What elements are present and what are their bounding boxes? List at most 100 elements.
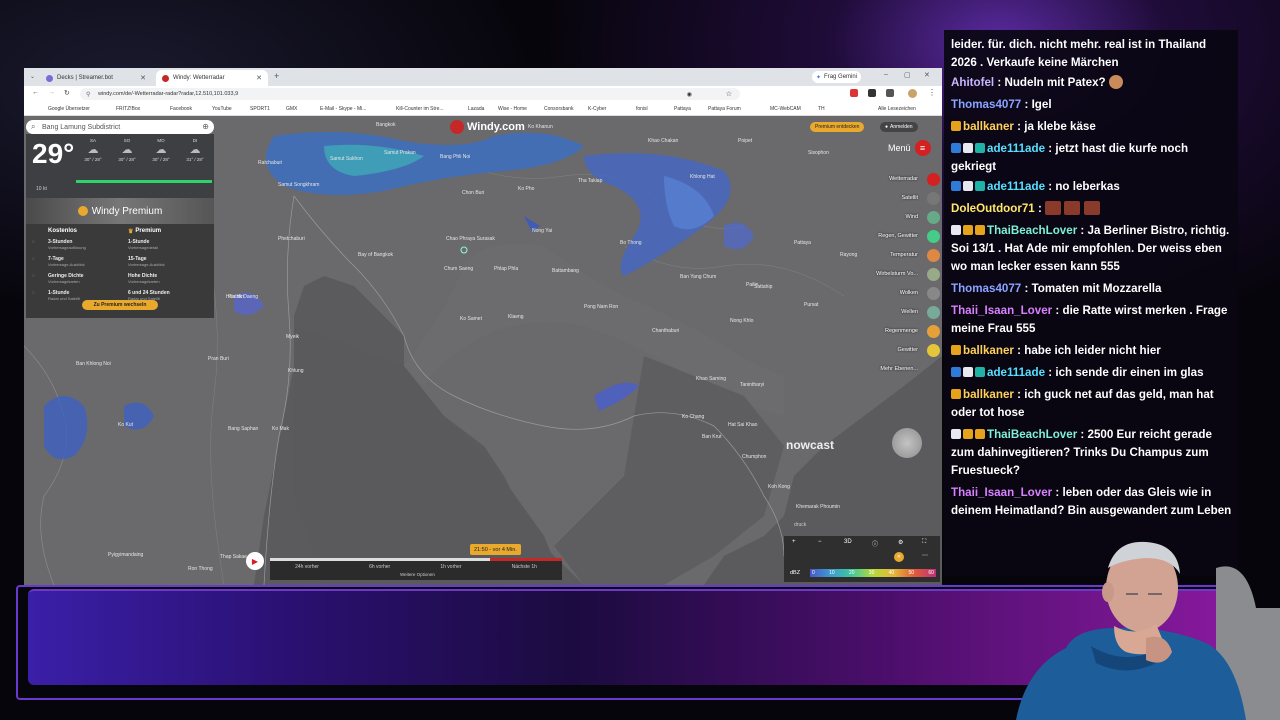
layer-icon[interactable]: [927, 287, 940, 300]
layer-icon[interactable]: [927, 306, 940, 319]
bookmark-item[interactable]: TH: [818, 106, 825, 112]
layer-item[interactable]: Gewitter: [898, 347, 918, 353]
close-window-icon[interactable]: ✕: [924, 71, 930, 79]
bookmark-item[interactable]: Pattaya: [674, 106, 691, 112]
locate-icon[interactable]: ⊕: [202, 122, 209, 131]
play-mini-icon[interactable]: ✕: [894, 552, 904, 562]
chat-nick[interactable]: ade111ade: [987, 180, 1045, 193]
tab-list-icon[interactable]: ⌄: [30, 73, 35, 80]
bookmark-item[interactable]: Lazada: [468, 106, 484, 112]
layer-item[interactable]: Wirbelsturm Vo...: [876, 271, 918, 277]
zoom-in-icon[interactable]: +: [792, 539, 796, 545]
bookmark-item[interactable]: GMX: [286, 106, 297, 112]
play-button[interactable]: ▶: [246, 552, 264, 570]
extension-icon[interactable]: [868, 89, 876, 97]
extension-icon[interactable]: [886, 89, 894, 97]
layer-item[interactable]: Temperatur: [890, 252, 918, 258]
bookmark-item[interactable]: Pattaya Forum: [708, 106, 741, 112]
settings-icon[interactable]: ⚙: [898, 539, 903, 546]
bookmark-item[interactable]: Wise - Home: [498, 106, 527, 112]
windy-map[interactable]: Bangkok Ko Khanun Ratchaburi Samut Sakhon Sa…: [24, 116, 942, 585]
timeline-label[interactable]: Nächste 1h: [512, 564, 537, 570]
new-tab-button[interactable]: +: [274, 71, 279, 81]
close-tab-icon[interactable]: ✕: [256, 74, 262, 82]
url-field[interactable]: ⚲ windy.com/de/-Wetterradar-radar?radar,…: [80, 88, 740, 100]
tab-streamerbot[interactable]: Decks | Streamer.bot ✕: [40, 70, 152, 86]
bookmark-item[interactable]: MC-WebCAM: [770, 106, 801, 112]
location-icon[interactable]: ◉: [687, 91, 692, 98]
timeline-label[interactable]: 24h vorher: [295, 564, 319, 570]
chat-nick[interactable]: ballkaner: [963, 120, 1014, 133]
premium-discover-button[interactable]: Premium entdecken: [810, 122, 865, 132]
layer-item[interactable]: Wolken: [900, 290, 918, 296]
windy-logo[interactable]: Windy.com: [450, 120, 525, 134]
bookmark-item[interactable]: K-Cyber: [588, 106, 606, 112]
login-button[interactable]: ● Anmelden: [880, 122, 918, 132]
bookmark-item[interactable]: Alle Lesezeichen: [878, 106, 916, 112]
tab-windy[interactable]: Windy: Wetterradar ✕: [156, 70, 268, 86]
layer-item[interactable]: Wellen: [901, 309, 918, 315]
fullscreen-icon[interactable]: ⛶: [922, 539, 926, 546]
timeline-bar[interactable]: 24h vorher 6h vorher 1h vorher Nächste 1h W…: [270, 558, 562, 580]
bookmark-item[interactable]: FRITZ!Box: [116, 106, 140, 112]
bookmark-item[interactable]: E-Mail - Skype - Mi...: [320, 106, 366, 112]
close-tab-icon[interactable]: ✕: [140, 74, 146, 82]
bookmark-item[interactable]: fonisl: [636, 106, 648, 112]
minimize-icon[interactable]: –: [884, 71, 888, 78]
layer-item[interactable]: Regen, Gewitter: [878, 233, 918, 239]
chat-nick[interactable]: DoleOutdoor71: [951, 202, 1035, 215]
forecast-day[interactable]: MO ☁ 30° / 28°: [146, 138, 176, 172]
forecast-day[interactable]: SO ☁ 30° / 28°: [112, 138, 142, 172]
layer-item[interactable]: Satellit: [901, 195, 918, 201]
bookmark-item[interactable]: Consorsbank: [544, 106, 573, 112]
chat-nick[interactable]: ade111ade: [987, 366, 1045, 379]
layer-item[interactable]: Regenmenge: [885, 328, 918, 334]
layer-item[interactable]: Wetterradar: [889, 176, 918, 182]
menu-button[interactable]: Menü ≡: [888, 140, 931, 156]
search-field[interactable]: ⌕ Bang Lamung Subdistrict ⊕: [26, 120, 214, 134]
chat-nick[interactable]: Thaii_Isaan_Lover: [951, 486, 1052, 499]
chat-nick[interactable]: ThaiBeachLover: [987, 224, 1077, 237]
info-icon[interactable]: ⓘ: [872, 539, 878, 548]
forecast-day[interactable]: DI ☁ 31° / 28°: [180, 138, 210, 172]
layer-icon[interactable]: [927, 173, 940, 186]
forecast-day[interactable]: SA ☁ 30° / 28°: [78, 138, 108, 172]
bookmark-item[interactable]: Google Übersetzer: [48, 106, 90, 112]
reload-icon[interactable]: ↻: [64, 89, 70, 97]
layer-item[interactable]: Wind: [905, 214, 918, 220]
pressure-check-label[interactable]: druck: [794, 522, 806, 528]
back-icon[interactable]: ←: [32, 89, 39, 96]
gemini-button[interactable]: ✦ Frag Gemini: [812, 71, 862, 83]
kebab-menu-icon[interactable]: ⋮: [928, 88, 936, 97]
3d-button[interactable]: 3D: [844, 539, 852, 545]
timeline-label[interactable]: 1h vorher: [440, 564, 461, 570]
zoom-out-icon[interactable]: −: [818, 539, 822, 545]
forward-icon[interactable]: →: [48, 89, 55, 96]
bookmark-item[interactable]: SPORT1: [250, 106, 270, 112]
chat-nick[interactable]: Thomas4077: [951, 98, 1021, 111]
layer-icon[interactable]: [927, 192, 940, 205]
bookmark-item[interactable]: Kill-Counter im Stre...: [396, 106, 444, 112]
bookmark-item[interactable]: YouTube: [212, 106, 232, 112]
profile-avatar[interactable]: [908, 89, 917, 98]
layer-icon[interactable]: [927, 268, 940, 281]
compass-widget[interactable]: [892, 428, 922, 458]
bookmark-star-icon[interactable]: ☆: [726, 90, 732, 98]
timeline-label[interactable]: 6h vorher: [369, 564, 390, 570]
extension-icon[interactable]: [850, 89, 858, 97]
chat-nick[interactable]: ballkaner: [963, 388, 1014, 401]
weather-summary[interactable]: 29° SA ☁ 30° / 28° SO ☁ 30° / 28° MO ☁ 30° / 28°…: [26, 134, 214, 198]
more-icon[interactable]: ⋯: [922, 552, 928, 559]
layer-icon[interactable]: [927, 249, 940, 262]
timeline-options[interactable]: Weitere Optionen: [400, 572, 435, 577]
chat-nick[interactable]: ThaiBeachLover: [987, 428, 1077, 441]
chat-nick[interactable]: ballkaner: [963, 344, 1014, 357]
site-info-icon[interactable]: ⚲: [86, 91, 90, 98]
premium-cta-button[interactable]: Zu Premium wechseln: [82, 300, 158, 310]
chat-nick[interactable]: Thomas4077: [951, 282, 1021, 295]
maximize-icon[interactable]: ▢: [904, 71, 911, 79]
chat-nick[interactable]: Ahitofel: [951, 76, 994, 89]
chat-nick[interactable]: Thaii_Isaan_Lover: [951, 304, 1052, 317]
layer-icon[interactable]: [927, 325, 940, 338]
layer-icon[interactable]: [927, 344, 940, 357]
